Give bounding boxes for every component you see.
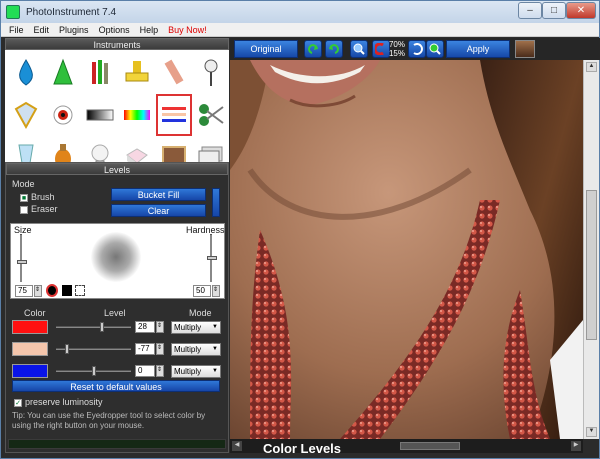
brush-settings: Size Hardness 75 ⇕ 50 ⇕ (10, 223, 225, 299)
zoom-level-bottom: 15% (388, 49, 405, 58)
brush-radio[interactable]: ■ Brush (20, 192, 55, 202)
color-column-header: Color (24, 308, 46, 318)
image-toolbar: Original 70% 15% Apply (230, 38, 600, 60)
main-window: PhotoInstrument 7.4 – □ ✕ File Edit Plug… (0, 0, 600, 459)
scissors-tool-icon[interactable] (194, 95, 228, 135)
level-slider-thumb[interactable] (91, 366, 96, 376)
menu-bar: File Edit Plugins Options Help Buy Now! (1, 23, 599, 37)
caption-label: Color Levels (263, 441, 342, 456)
eye-tool-icon[interactable] (46, 95, 80, 135)
clear-button[interactable]: Clear (111, 204, 206, 217)
hardness-spinner[interactable]: ⇕ (212, 285, 220, 297)
scroll-thumb[interactable] (586, 190, 597, 340)
eraser-radio[interactable]: Eraser (20, 204, 58, 214)
scroll-up-icon[interactable]: ▲ (586, 62, 597, 72)
color-swatch[interactable] (12, 342, 48, 356)
round-brush-icon[interactable] (46, 284, 58, 297)
size-value[interactable]: 75 (15, 285, 33, 297)
checkmark-icon: ✓ (14, 398, 22, 407)
levels-header: Levels (6, 163, 228, 175)
hardness-slider-thumb[interactable] (207, 256, 217, 260)
level-value[interactable]: 28 (135, 321, 155, 333)
app-icon (6, 5, 20, 19)
mode-column-header: Mode (189, 308, 212, 318)
blend-mode-select[interactable]: Multiply (171, 321, 221, 334)
minimize-button[interactable]: – (518, 2, 542, 19)
vertical-scrollbar[interactable]: ▲ ▼ (583, 60, 599, 439)
eraser-checkbox-icon (20, 205, 28, 214)
blend-mode-select[interactable]: Multiply (171, 343, 221, 356)
scroll-right-icon[interactable]: ▶ (571, 441, 581, 451)
level-value[interactable]: -77 (135, 343, 155, 355)
scroll-left-icon[interactable]: ◀ (232, 441, 242, 451)
menu-options[interactable]: Options (99, 25, 130, 35)
zoom-out-icon[interactable] (426, 40, 444, 58)
instruments-header: Instruments (5, 38, 229, 50)
apply-button[interactable]: Apply (446, 40, 510, 58)
color-swatch[interactable] (12, 320, 48, 334)
square-brush-icon[interactable] (62, 285, 72, 296)
selection-brush-icon[interactable] (75, 285, 85, 296)
instruments-grid: Tex (5, 50, 229, 173)
photo-canvas[interactable] (230, 60, 583, 439)
level-spinner[interactable]: ⇕ (156, 321, 164, 333)
level-spinner[interactable]: ⇕ (156, 343, 164, 355)
level-slider-track[interactable] (56, 326, 131, 328)
size-slider-track[interactable] (20, 234, 22, 282)
pan-icon[interactable] (408, 40, 426, 58)
level-slider-thumb[interactable] (64, 344, 69, 354)
status-bar (8, 439, 226, 449)
levels-panel: Levels Mode ■ Brush Eraser Bucket Fill Cl… (5, 162, 229, 453)
original-button[interactable]: Original (234, 40, 298, 58)
menu-help[interactable]: Help (140, 25, 159, 35)
tip-text: Tip: You can use the Eyedropper tool to … (12, 411, 206, 430)
title-bar: PhotoInstrument 7.4 – □ ✕ (1, 1, 599, 23)
undo-icon[interactable] (304, 40, 322, 58)
diamond-tool-icon[interactable] (9, 95, 43, 135)
reset-button[interactable]: Reset to default values (12, 380, 220, 392)
zoom-level-top: 70% (388, 40, 405, 49)
brushes-tool-icon[interactable] (83, 53, 117, 93)
brush-checkbox-icon: ■ (20, 193, 28, 202)
thumbnail-icon[interactable] (515, 40, 535, 58)
maximize-button[interactable]: □ (542, 2, 566, 19)
color-swatch[interactable] (12, 364, 48, 378)
level-slider-thumb[interactable] (100, 322, 105, 332)
mode-scroll-button[interactable] (212, 188, 220, 217)
eraser-tool-icon[interactable] (157, 53, 191, 93)
level-column-header: Level (104, 308, 126, 318)
redo-icon[interactable] (325, 40, 343, 58)
menu-buy-now[interactable]: Buy Now! (168, 25, 207, 35)
mode-label: Mode (12, 179, 35, 189)
blend-mode-select[interactable]: Multiply (171, 365, 221, 378)
menu-plugins[interactable]: Plugins (59, 25, 89, 35)
stamp-tool-icon[interactable] (120, 53, 154, 93)
drop-tool-icon[interactable] (9, 53, 43, 93)
pin-tool-icon[interactable] (194, 53, 228, 93)
gradient-tool-icon[interactable] (83, 95, 117, 135)
size-slider-thumb[interactable] (17, 260, 27, 264)
left-panel: Instruments Tex Levels Mode ■Brush (5, 38, 229, 453)
brush-preview (91, 232, 141, 282)
cone-tool-icon[interactable] (46, 53, 80, 93)
hardness-label: Hardness (186, 225, 225, 235)
levels-tool-icon[interactable] (156, 94, 192, 136)
hardness-value[interactable]: 50 (193, 285, 211, 297)
menu-edit[interactable]: Edit (34, 25, 50, 35)
color-strip-tool-icon[interactable] (120, 95, 154, 135)
preserve-luminosity-checkbox[interactable]: ✓ preserve luminosity (14, 397, 103, 407)
scroll-down-icon[interactable]: ▼ (586, 427, 597, 437)
hscroll-thumb[interactable] (400, 442, 460, 450)
size-spinner[interactable]: ⇕ (34, 285, 42, 297)
zoom-level: 70% 15% (388, 40, 406, 58)
size-label: Size (14, 225, 32, 235)
close-button[interactable]: ✕ (566, 2, 596, 19)
level-spinner[interactable]: ⇕ (156, 365, 164, 377)
menu-file[interactable]: File (9, 25, 24, 35)
level-value[interactable]: 0 (135, 365, 155, 377)
window-title: PhotoInstrument 7.4 (26, 6, 117, 18)
zoom-in-icon[interactable] (350, 40, 368, 58)
bucket-fill-button[interactable]: Bucket Fill (111, 188, 206, 201)
